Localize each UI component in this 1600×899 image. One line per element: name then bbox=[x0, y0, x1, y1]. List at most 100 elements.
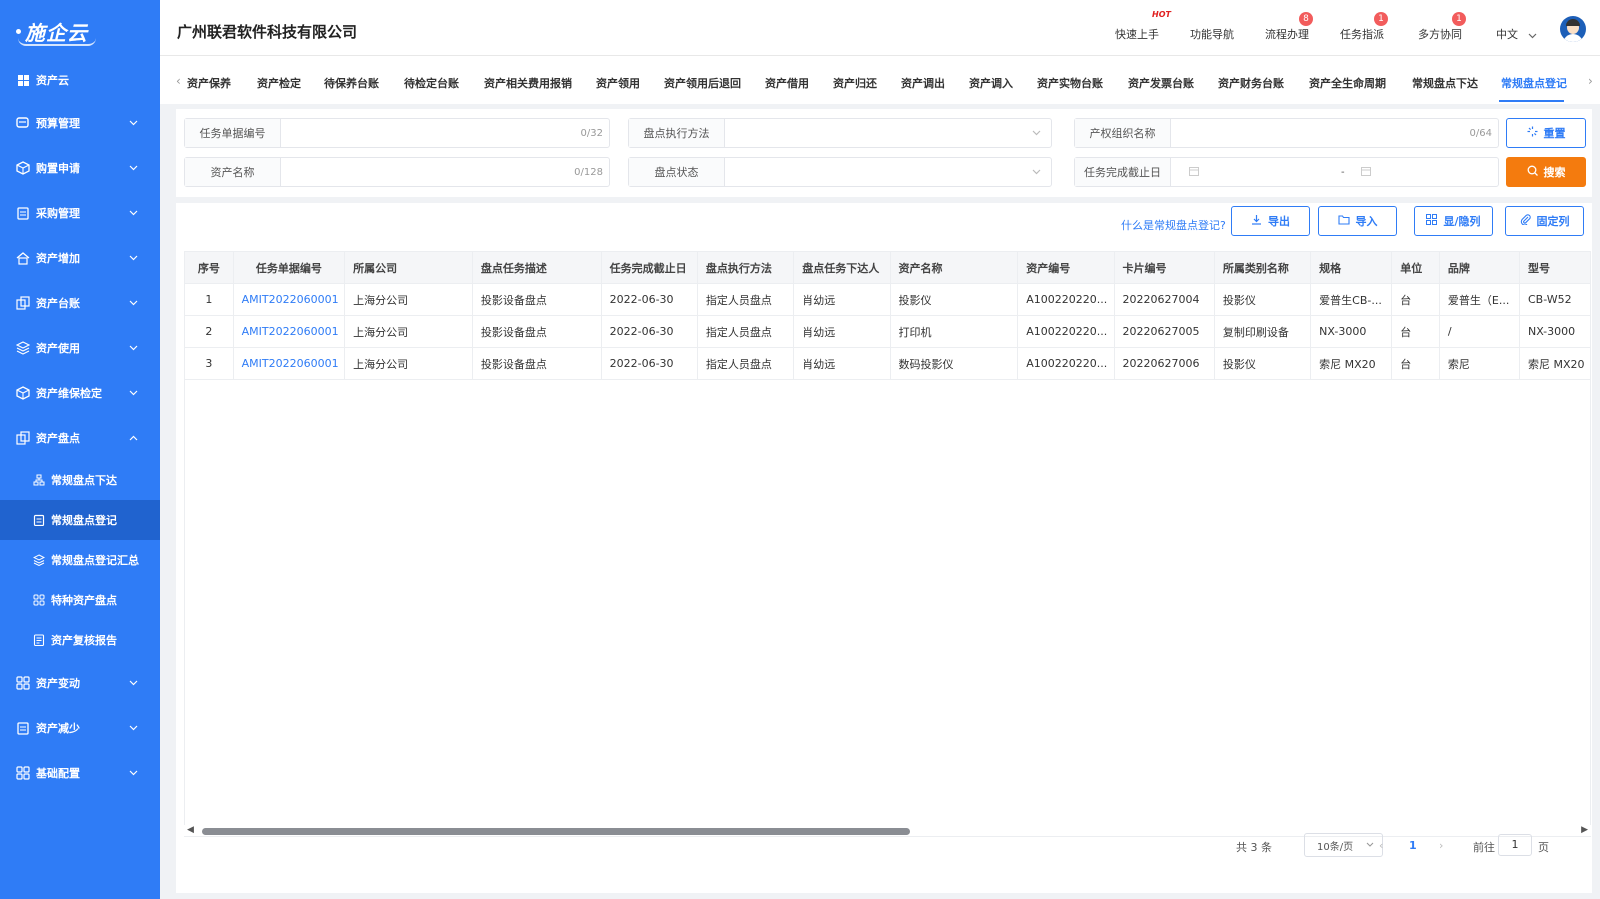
column-header[interactable]: 资产名称 bbox=[889, 251, 1019, 284]
column-header[interactable]: 单位 bbox=[1391, 251, 1440, 284]
char-count: 0/128 bbox=[574, 166, 603, 178]
chevron-down-icon bbox=[129, 341, 138, 354]
task-no-link[interactable]: AMIT2022060001 bbox=[232, 283, 346, 316]
column-header[interactable]: 任务单据编号 bbox=[232, 251, 346, 284]
column-header[interactable]: 卡片编号 bbox=[1113, 251, 1215, 284]
sidebar-subitem-regular-issue[interactable]: 常规盘点下达 bbox=[0, 460, 160, 500]
tab-lifecycle[interactable]: 资产全生命周期 bbox=[1309, 75, 1386, 91]
reset-button[interactable]: 重置 bbox=[1506, 118, 1586, 148]
tab-asset-transfer-in[interactable]: 资产调入 bbox=[969, 75, 1013, 91]
column-header[interactable]: 盘点执行方法 bbox=[696, 251, 795, 284]
column-header[interactable]: 所属类别名称 bbox=[1213, 251, 1312, 284]
status-select[interactable] bbox=[725, 158, 1051, 186]
column-header[interactable]: 资产编号 bbox=[1017, 251, 1115, 284]
tab-regular-register[interactable]: 常规盘点登记 bbox=[1501, 75, 1567, 91]
flow-badge: 8 bbox=[1299, 12, 1313, 26]
date-separator: - bbox=[1341, 166, 1345, 178]
sidebar-item-asset-use[interactable]: 资产使用 bbox=[0, 325, 160, 370]
tab-pending-verify[interactable]: 待检定台账 bbox=[404, 75, 459, 91]
tab-pending-maintain[interactable]: 待保养台账 bbox=[324, 75, 379, 91]
tab-asset-requisition[interactable]: 资产领用 bbox=[596, 75, 640, 91]
logo[interactable]: 施企云 bbox=[0, 0, 160, 62]
table-row[interactable]: 3 AMIT2022060001 上海分公司 投影设备盘点 2022-06-30… bbox=[184, 347, 1592, 380]
sidebar-item-asset-reduce[interactable]: 资产减少 bbox=[0, 705, 160, 750]
prev-page-icon[interactable]: ‹ bbox=[1379, 839, 1383, 852]
sidebar-subitem-review-report[interactable]: 资产复核报告 bbox=[0, 620, 160, 660]
table-row[interactable]: 2 AMIT2022060001 上海分公司 投影设备盘点 2022-06-30… bbox=[184, 315, 1592, 348]
collab-label: 多方协同 bbox=[1418, 28, 1462, 41]
column-header[interactable]: 品牌 bbox=[1438, 251, 1520, 284]
tab-asset-maintain[interactable]: 资产保养 bbox=[187, 75, 231, 91]
chevron-down-icon bbox=[1032, 167, 1041, 178]
method-select[interactable] bbox=[725, 119, 1051, 147]
flow-link[interactable]: 流程办理 8 bbox=[1265, 12, 1313, 42]
sidebar-subitem-regular-register[interactable]: 常规盘点登记 bbox=[0, 500, 160, 540]
sidebar-item-asset-add[interactable]: 资产增加 bbox=[0, 235, 160, 280]
avatar[interactable] bbox=[1560, 16, 1586, 42]
help-link[interactable]: 什么是常规盘点登记? bbox=[1121, 217, 1226, 233]
tab-invoice-ledger[interactable]: 资产发票台账 bbox=[1128, 75, 1194, 91]
column-header[interactable]: 序号 bbox=[184, 251, 234, 284]
goto-page-input[interactable]: 1 bbox=[1498, 834, 1532, 856]
tabs-prev-icon[interactable]: ‹ bbox=[176, 74, 181, 88]
column-header[interactable]: 盘点任务描述 bbox=[471, 251, 602, 284]
sidebar-subitem-special-inventory[interactable]: 特种资产盘点 bbox=[0, 580, 160, 620]
tab-asset-return[interactable]: 资产归还 bbox=[833, 75, 877, 91]
sidebar-subitem-register-summary[interactable]: 常规盘点登记汇总 bbox=[0, 540, 160, 580]
task-no-link[interactable]: AMIT2022060001 bbox=[232, 347, 346, 380]
quick-start-link[interactable]: 快速上手 HOT bbox=[1115, 10, 1171, 42]
tab-expense[interactable]: 资产相关费用报销 bbox=[484, 75, 572, 91]
deadline-range[interactable]: - bbox=[1171, 158, 1498, 186]
column-header[interactable]: 所属公司 bbox=[344, 251, 473, 284]
tab-regular-issue[interactable]: 常规盘点下达 bbox=[1412, 75, 1478, 91]
language-select[interactable]: 中文 bbox=[1496, 26, 1537, 42]
sidebar-item-asset-cloud[interactable]: 资产云 bbox=[0, 60, 160, 100]
sidebar-item-budget[interactable]: 预算管理 bbox=[0, 100, 160, 145]
scrollbar-thumb[interactable] bbox=[202, 828, 910, 835]
collab-link[interactable]: 多方协同 1 bbox=[1418, 12, 1466, 42]
show-hide-columns-button[interactable]: 显/隐列 bbox=[1414, 206, 1493, 236]
sidebar-item-asset-ledger[interactable]: 资产台账 bbox=[0, 280, 160, 325]
import-button[interactable]: 导入 bbox=[1318, 206, 1397, 236]
table-cell: 爱普生CB-... bbox=[1310, 283, 1393, 316]
column-header[interactable]: 型号 bbox=[1518, 251, 1592, 284]
sidebar-item-inventory[interactable]: 资产盘点 bbox=[0, 415, 160, 460]
column-header[interactable]: 任务完成截止日 bbox=[600, 251, 698, 284]
table-row[interactable]: 1 AMIT2022060001 上海分公司 投影设备盘点 2022-06-30… bbox=[184, 283, 1592, 316]
data-table: 序号 任务单据编号 所属公司 盘点任务描述 任务完成截止日 盘点执行方法 盘点任… bbox=[184, 251, 1592, 380]
tab-physical-ledger[interactable]: 资产实物台账 bbox=[1037, 75, 1103, 91]
scroll-left-icon[interactable]: ◀ bbox=[187, 825, 194, 835]
sidebar-item-maintenance[interactable]: 资产维保检定 bbox=[0, 370, 160, 415]
folder-icon bbox=[1337, 214, 1350, 228]
fixed-columns-button[interactable]: 固定列 bbox=[1505, 206, 1584, 236]
column-header[interactable]: 盘点任务下达人 bbox=[793, 251, 891, 284]
asset-name-input[interactable]: 0/128 bbox=[281, 158, 609, 186]
task-assign-link[interactable]: 任务指派 1 bbox=[1340, 12, 1388, 42]
scroll-right-icon[interactable]: ▶ bbox=[1581, 825, 1588, 835]
tab-asset-verify[interactable]: 资产检定 bbox=[257, 75, 301, 91]
table-cell: 台 bbox=[1391, 283, 1440, 316]
top-header: 广州联君软件科技有限公司 快速上手 HOT 功能导航 流程办理 8 任务指派 1… bbox=[160, 0, 1600, 56]
sidebar-item-purchase-request[interactable]: 购置申请 bbox=[0, 145, 160, 190]
tab-asset-borrow[interactable]: 资产借用 bbox=[765, 75, 809, 91]
tab-finance-ledger[interactable]: 资产财务台账 bbox=[1218, 75, 1284, 91]
column-header[interactable]: 规格 bbox=[1310, 251, 1393, 284]
tabs-next-icon[interactable]: › bbox=[1588, 74, 1593, 88]
sidebar-item-base-config[interactable]: 基础配置 bbox=[0, 750, 160, 795]
task-no-input[interactable]: 0/32 bbox=[281, 119, 609, 147]
tab-asset-transfer-out[interactable]: 资产调出 bbox=[901, 75, 945, 91]
org-input[interactable]: 0/64 bbox=[1171, 119, 1498, 147]
sidebar-item-asset-change[interactable]: 资产变动 bbox=[0, 660, 160, 705]
table-cell: 指定人员盘点 bbox=[696, 347, 795, 380]
table-cell: NX-3000 bbox=[1518, 315, 1592, 348]
search-button[interactable]: 搜索 bbox=[1506, 157, 1586, 187]
feature-nav-link[interactable]: 功能导航 bbox=[1190, 26, 1234, 42]
sidebar-item-procurement[interactable]: 采购管理 bbox=[0, 190, 160, 235]
page-size-select[interactable]: 10条/页 bbox=[1304, 833, 1383, 857]
chevron-down-icon bbox=[1528, 29, 1537, 42]
task-no-link[interactable]: AMIT2022060001 bbox=[232, 315, 346, 348]
export-button[interactable]: 导出 bbox=[1231, 206, 1310, 236]
tab-requisition-return[interactable]: 资产领用后退回 bbox=[664, 75, 741, 91]
next-page-icon[interactable]: › bbox=[1439, 839, 1443, 852]
page-number-current[interactable]: 1 bbox=[1409, 839, 1417, 852]
